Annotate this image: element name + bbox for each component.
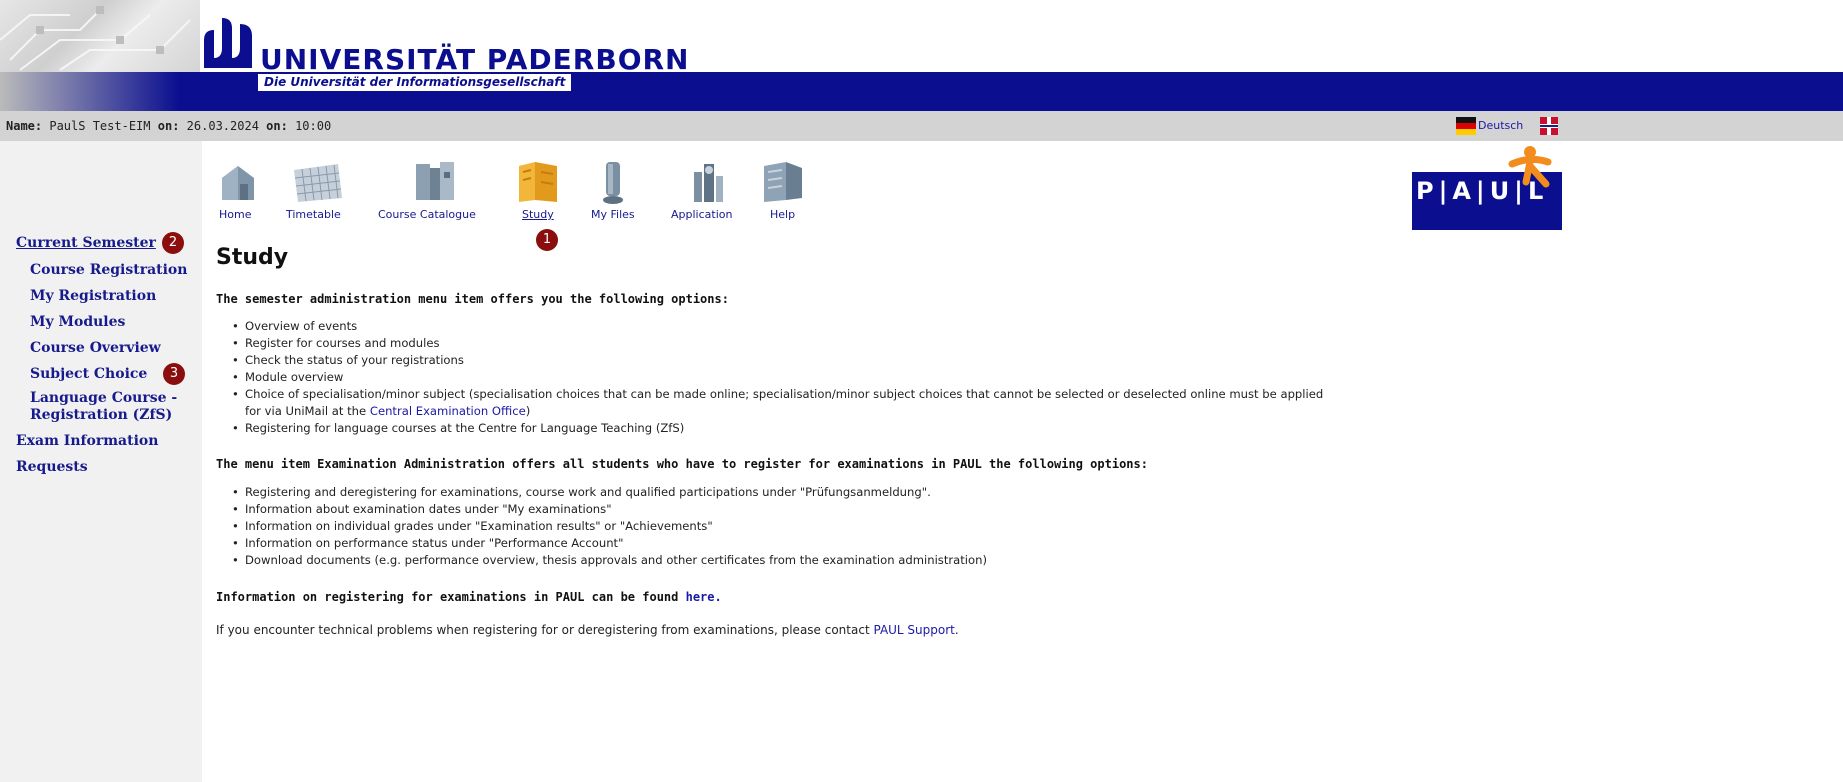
sidebar-item-exam-information[interactable]: Exam Information xyxy=(16,432,158,450)
course-catalogue-icon[interactable] xyxy=(410,158,462,204)
semester-intro: The semester administration menu item of… xyxy=(216,292,729,306)
page-title: Study xyxy=(216,245,289,270)
user-info-bar: Name: PaulS Test-EIM on: 26.03.2024 on: … xyxy=(0,111,1843,141)
date-label: on: xyxy=(157,119,180,133)
timetable-icon[interactable] xyxy=(290,160,346,204)
nav-home[interactable]: Home xyxy=(219,208,251,222)
support-text: If you encounter technical problems when… xyxy=(216,623,874,637)
time-label: on: xyxy=(266,119,288,133)
date-value: 26.03.2024 xyxy=(186,119,259,133)
paul-support-link[interactable]: PAUL Support xyxy=(873,623,954,637)
user-name: PaulS Test-EIM xyxy=(49,119,151,133)
list-item: Register for courses and modules xyxy=(232,335,1323,352)
list-item: Module overview xyxy=(232,369,1323,386)
list-item: Choice of specialisation/minor subject (… xyxy=(232,386,1323,420)
sidebar-item-subject-choice[interactable]: Subject Choice xyxy=(30,365,147,383)
list-item: Check the status of your registrations xyxy=(232,352,1323,369)
registering-info: Information on registering for examinati… xyxy=(216,589,722,605)
sidebar-item-requests[interactable]: Requests xyxy=(16,458,88,476)
support-paragraph: If you encounter technical problems when… xyxy=(216,622,959,638)
support-suffix: . xyxy=(954,623,959,637)
university-logo-icon xyxy=(204,18,252,68)
help-icon[interactable] xyxy=(760,158,806,204)
semester-options-list: Overview of events Register for courses … xyxy=(232,318,1323,437)
study-icon[interactable] xyxy=(515,158,561,204)
nav-timetable[interactable]: Timetable xyxy=(286,208,341,222)
list-item: Registering for language courses at the … xyxy=(232,420,1323,437)
sidebar-item-language-course-cont[interactable]: Registration (ZfS) xyxy=(30,406,172,424)
specialisation-cont-prefix: for via UniMail at the xyxy=(245,404,370,418)
english-flag-icon[interactable] xyxy=(1540,117,1558,135)
my-files-icon[interactable] xyxy=(598,158,628,206)
registering-info-here-link[interactable]: here. xyxy=(686,590,722,604)
nav-my-files[interactable]: My Files xyxy=(591,208,635,222)
annotation-badge-3: 3 xyxy=(163,363,185,385)
annotation-badge-1: 1 xyxy=(536,229,558,251)
nav-course-catalogue[interactable]: Course Catalogue xyxy=(378,208,476,222)
language-link-deutsch[interactable]: Deutsch xyxy=(1478,117,1523,135)
header-band-fade xyxy=(0,72,200,111)
home-icon[interactable] xyxy=(218,160,258,204)
time-value: 10:00 xyxy=(295,119,332,133)
university-subtitle: Die Universität der Informationsgesellsc… xyxy=(258,74,572,91)
sidebar-item-course-overview[interactable]: Course Overview xyxy=(30,339,161,357)
specialisation-text: Choice of specialisation/minor subject (… xyxy=(245,387,1324,401)
annotation-badge-2: 2 xyxy=(162,232,184,254)
exam-intro: The menu item Examination Administration… xyxy=(216,457,1148,471)
list-item: Information on performance status under … xyxy=(232,535,987,552)
application-icon[interactable] xyxy=(688,160,728,204)
sidebar-item-language-course[interactable]: Language Course - xyxy=(30,389,177,407)
sidebar-item-course-registration[interactable]: Course Registration xyxy=(30,261,187,279)
german-flag-icon[interactable] xyxy=(1456,117,1476,135)
sidebar-item-my-registration[interactable]: My Registration xyxy=(30,287,156,305)
nav-help[interactable]: Help xyxy=(770,208,795,222)
paul-figure-icon xyxy=(1508,146,1552,188)
list-item: Overview of events xyxy=(232,318,1323,335)
list-item: Information on individual grades under "… xyxy=(232,518,987,535)
user-info: Name: PaulS Test-EIM on: 26.03.2024 on: … xyxy=(6,111,331,141)
sidebar-item-my-modules[interactable]: My Modules xyxy=(30,313,125,331)
list-item: Information about examination dates unde… xyxy=(232,501,987,518)
header-circuit-image xyxy=(0,0,200,72)
exam-options-list: Registering and deregistering for examin… xyxy=(232,484,987,569)
registering-info-text: Information on registering for examinati… xyxy=(216,590,686,604)
nav-study[interactable]: Study xyxy=(522,208,554,222)
sidebar-item-current-semester[interactable]: Current Semester xyxy=(16,234,156,252)
list-item: Download documents (e.g. performance ove… xyxy=(232,552,987,569)
central-examination-office-link[interactable]: Central Examination Office xyxy=(370,404,526,418)
specialisation-cont-suffix: ) xyxy=(525,404,531,418)
university-name: UNIVERSITÄT PADERBORN xyxy=(260,43,690,76)
nav-application[interactable]: Application xyxy=(671,208,732,222)
name-label: Name: xyxy=(6,119,43,133)
list-item: Registering and deregistering for examin… xyxy=(232,484,987,501)
